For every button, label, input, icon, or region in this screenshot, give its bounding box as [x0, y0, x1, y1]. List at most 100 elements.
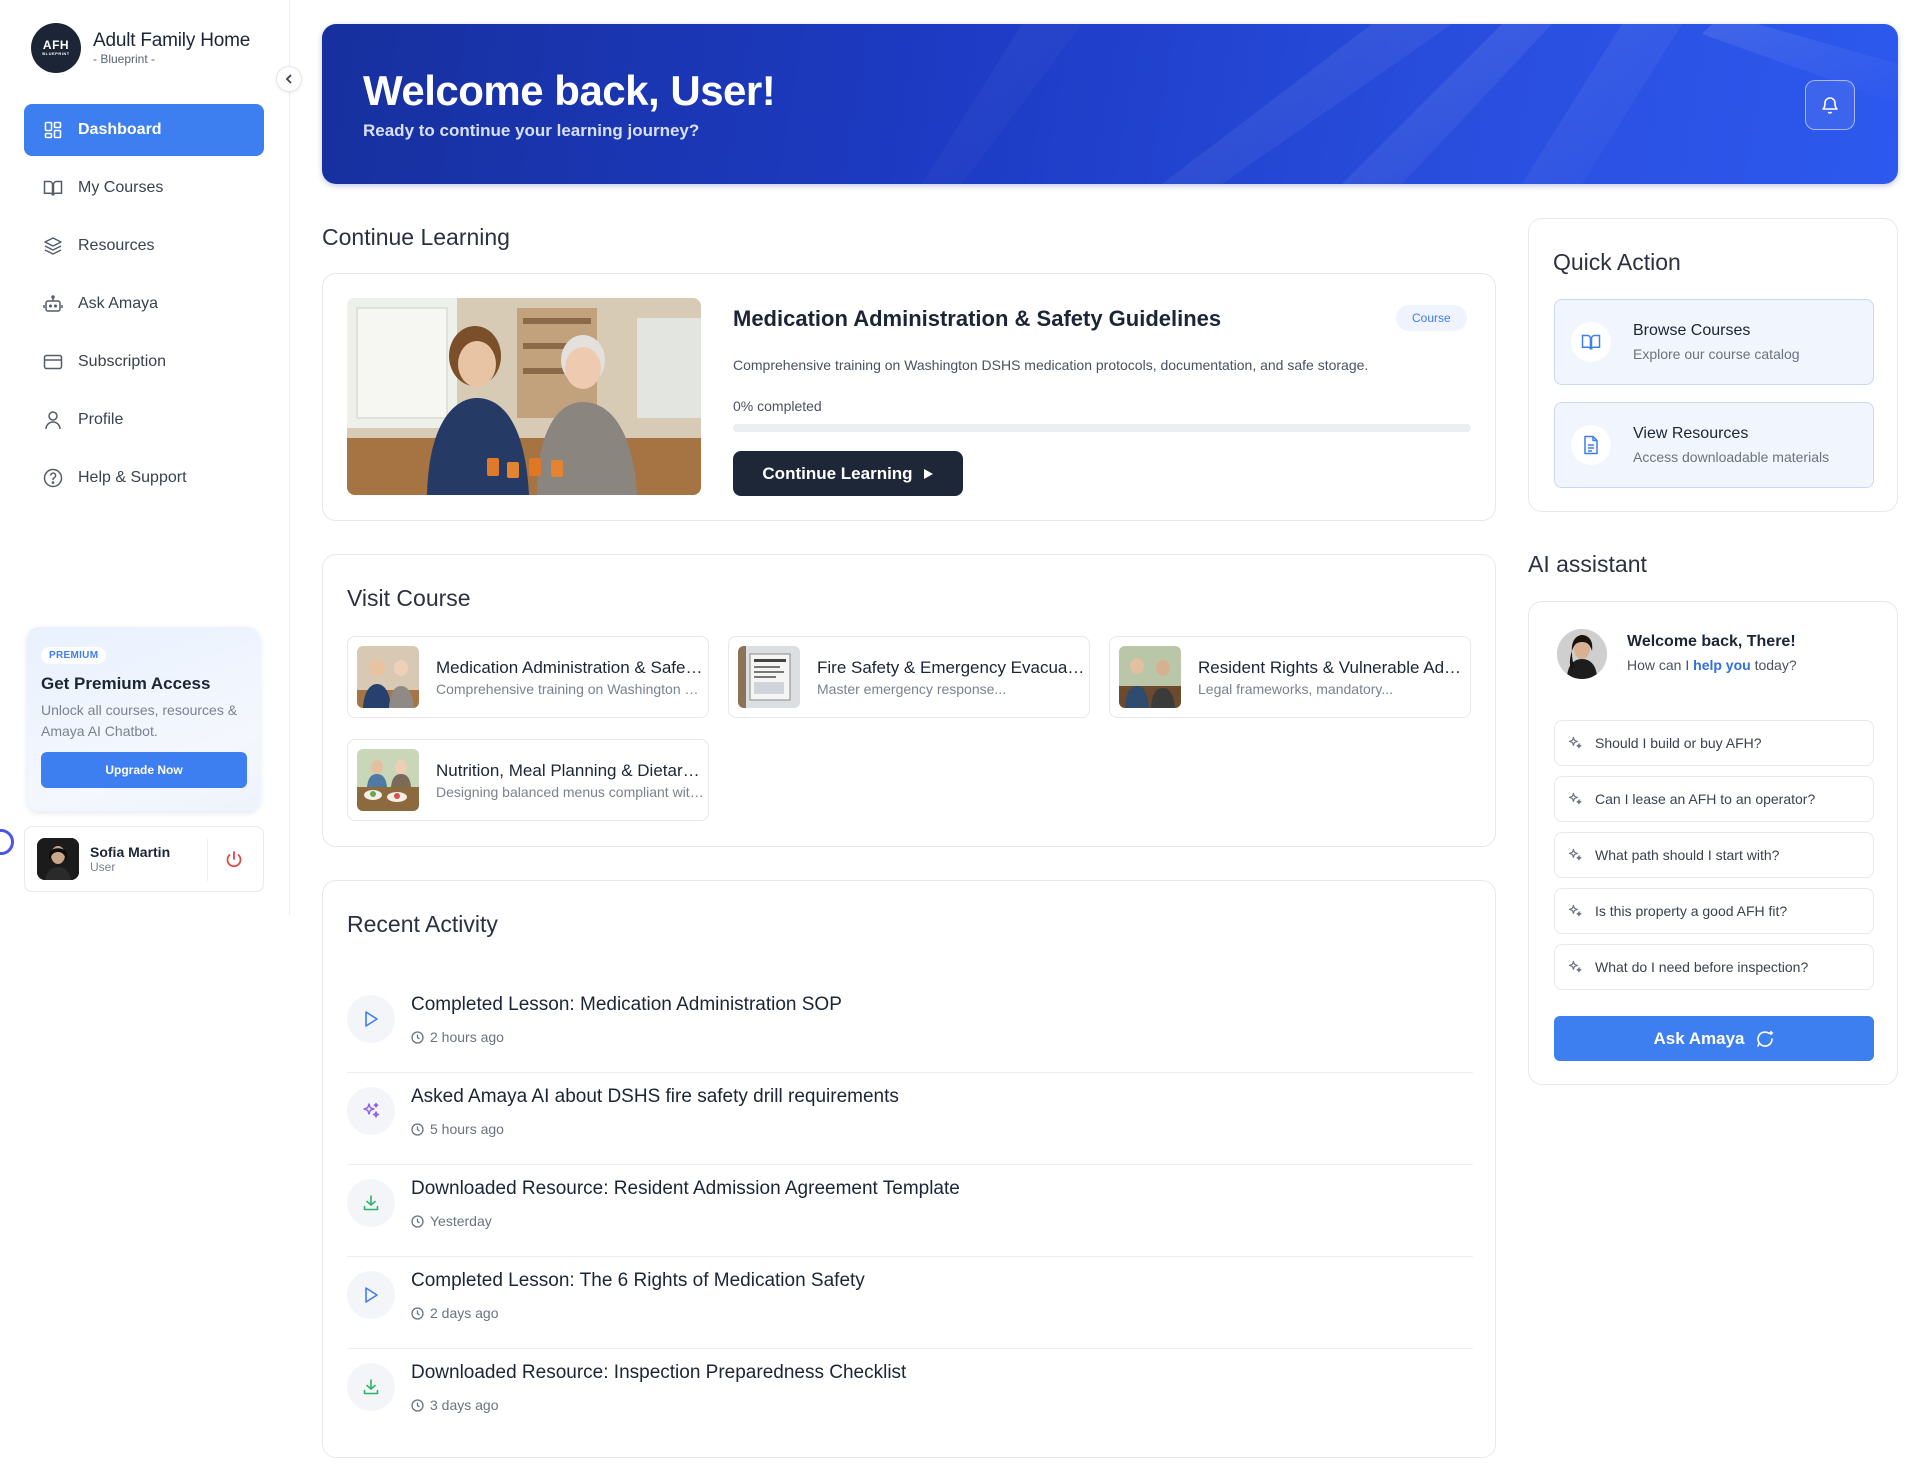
course-card[interactable]: Fire Safety & Emergency Evacuation Maste… — [728, 636, 1090, 718]
suggested-question-text: What path should I start with? — [1595, 847, 1780, 863]
book-icon — [43, 178, 63, 198]
logo-text-afh: AFH — [42, 38, 70, 52]
chevron-left-icon — [285, 74, 292, 84]
premium-card: PREMIUM Get Premium Access Unlock all co… — [27, 627, 260, 811]
sidebar-item-label: Dashboard — [78, 121, 162, 138]
ask-amaya-label: Ask Amaya — [1653, 1028, 1745, 1048]
sparkle-icon — [347, 1087, 395, 1135]
course-card[interactable]: Resident Rights & Vulnerable Adults Lega… — [1109, 636, 1471, 718]
bell-icon — [1822, 97, 1838, 114]
course-description: Comprehensive training on Washington DSH… — [733, 357, 1369, 373]
activity-title: Completed Lesson: Medication Administrat… — [411, 994, 842, 1015]
sidebar-item-label: Help & Support — [78, 469, 187, 486]
sparkle-icon — [1567, 791, 1583, 807]
card-icon — [43, 352, 63, 372]
sidebar-item-label: Subscription — [78, 353, 167, 370]
help-text-prefix: How can I — [1627, 657, 1694, 673]
suggested-question[interactable]: Should I build or buy AFH? — [1554, 720, 1874, 766]
suggested-question[interactable]: Can I lease an AFH to an operator? — [1554, 776, 1874, 822]
help-icon — [43, 468, 63, 488]
sidebar-item-resources[interactable]: Resources — [24, 220, 264, 272]
sidebar-item-dashboard[interactable]: Dashboard — [24, 104, 264, 156]
activity-time-text: 3 days ago — [430, 1397, 499, 1413]
play-icon — [347, 995, 395, 1043]
suggested-question[interactable]: What do I need before inspection? — [1554, 944, 1874, 990]
suggested-question-text: Should I build or buy AFH? — [1595, 735, 1762, 751]
divider — [207, 839, 208, 881]
user-name: Sofia Martin — [90, 844, 171, 860]
suggested-question[interactable]: What path should I start with? — [1554, 832, 1874, 878]
activity-item[interactable]: Downloaded Resource: Resident Admission … — [347, 1165, 1473, 1257]
activity-title: Downloaded Resource: Resident Admission … — [411, 1178, 960, 1199]
continue-learning-button[interactable]: Continue Learning — [733, 451, 963, 496]
suggested-question-text: Can I lease an AFH to an operator? — [1595, 791, 1816, 807]
activity-time: Yesterday — [411, 1213, 492, 1229]
sidebar-item-label: Resources — [78, 237, 155, 254]
sidebar-nav: Dashboard My Courses Resources Ask Amaya… — [24, 104, 264, 510]
hero-title: Welcome back, User! — [363, 67, 776, 114]
course-card-description: Master emergency response... — [817, 680, 1007, 697]
quick-action-title: Browse Courses — [1633, 322, 1751, 339]
sparkle-icon — [1567, 959, 1583, 975]
course-title: Medication Administration & Safety Guide… — [733, 306, 1222, 331]
activity-time: 2 hours ago — [411, 1029, 504, 1045]
sidebar-item-label: Profile — [78, 411, 124, 428]
dashboard-icon — [43, 120, 63, 140]
sparkle-icon — [1567, 735, 1583, 751]
activity-item[interactable]: Downloaded Resource: Inspection Prepared… — [347, 1349, 1473, 1441]
user-icon — [43, 410, 63, 430]
activity-item[interactable]: Completed Lesson: The 6 Rights of Medica… — [347, 1257, 1473, 1349]
sidebar-item-label: Ask Amaya — [78, 295, 159, 312]
activity-time: 2 days ago — [411, 1305, 499, 1321]
logo-badge: AFH BLUEPRINT — [31, 23, 81, 73]
assistant-help-text: How can I help you today? — [1627, 657, 1797, 673]
notifications-button[interactable] — [1805, 80, 1855, 130]
suggested-question[interactable]: Is this property a good AFH fit? — [1554, 888, 1874, 934]
assistant-avatar — [1557, 629, 1607, 679]
help-text-highlight: help you — [1693, 657, 1751, 673]
course-thumbnail — [357, 749, 419, 811]
download-icon — [347, 1179, 395, 1227]
sidebar-item-my-courses[interactable]: My Courses — [24, 162, 264, 214]
activity-title: Completed Lesson: The 6 Rights of Medica… — [411, 1270, 865, 1291]
activity-time-text: 2 days ago — [430, 1305, 499, 1321]
activity-item[interactable]: Completed Lesson: Medication Administrat… — [347, 981, 1473, 1073]
activity-time-text: 2 hours ago — [430, 1029, 504, 1045]
bot-icon — [43, 294, 63, 314]
activity-title: Downloaded Resource: Inspection Prepared… — [411, 1362, 907, 1383]
course-card[interactable]: Nutrition, Meal Planning & Dietary Needs… — [347, 739, 709, 821]
activity-item[interactable]: Asked Amaya AI about DSHS fire safety dr… — [347, 1073, 1473, 1165]
course-thumbnail — [738, 646, 800, 708]
sparkle-icon — [1567, 847, 1583, 863]
sidebar-item-subscription[interactable]: Subscription — [24, 336, 264, 388]
progress-bar — [733, 424, 1471, 432]
upgrade-now-button[interactable]: Upgrade Now — [41, 752, 247, 788]
visit-course-heading: Visit Course — [347, 585, 471, 611]
activity-time: 5 hours ago — [411, 1121, 504, 1137]
course-card-title: Nutrition, Meal Planning & Dietary Needs — [436, 760, 706, 780]
sidebar-item-profile[interactable]: Profile — [24, 394, 264, 446]
ai-assistant-heading: AI assistant — [1528, 551, 1647, 577]
brand-logo[interactable]: AFH BLUEPRINT Adult Family Home - Bluepr… — [31, 23, 250, 73]
recent-activity-heading: Recent Activity — [347, 911, 498, 937]
suggested-question-text: Is this property a good AFH fit? — [1595, 903, 1788, 919]
course-card-title: Resident Rights & Vulnerable Adults — [1198, 657, 1468, 677]
logout-button[interactable] — [221, 847, 247, 873]
sidebar-item-ask-amaya[interactable]: Ask Amaya — [24, 278, 264, 330]
ask-amaya-button[interactable]: Ask Amaya — [1554, 1016, 1874, 1061]
hero-subtitle: Ready to continue your learning journey? — [363, 121, 700, 140]
view-resources-button[interactable]: View Resources Access downloadable mater… — [1554, 402, 1874, 488]
course-card[interactable]: Medication Administration & Safety Guide… — [347, 636, 709, 718]
quick-action-description: Access downloadable materials — [1633, 449, 1830, 465]
quick-action-title: View Resources — [1633, 425, 1749, 442]
user-card[interactable]: Sofia Martin User — [24, 826, 264, 892]
sidebar-item-help-support[interactable]: Help & Support — [24, 452, 264, 504]
sidebar-collapse-button[interactable] — [276, 66, 302, 92]
quick-action-description: Explore our course catalog — [1633, 346, 1800, 362]
premium-description: Unlock all courses, resources & Amaya AI… — [41, 702, 238, 739]
browse-courses-button[interactable]: Browse Courses Explore our course catalo… — [1554, 299, 1874, 385]
clock-icon — [411, 1122, 424, 1136]
progress-label: 0% completed — [733, 398, 822, 414]
course-card-description: Legal frameworks, mandatory... — [1198, 680, 1394, 697]
document-icon — [1571, 425, 1611, 465]
